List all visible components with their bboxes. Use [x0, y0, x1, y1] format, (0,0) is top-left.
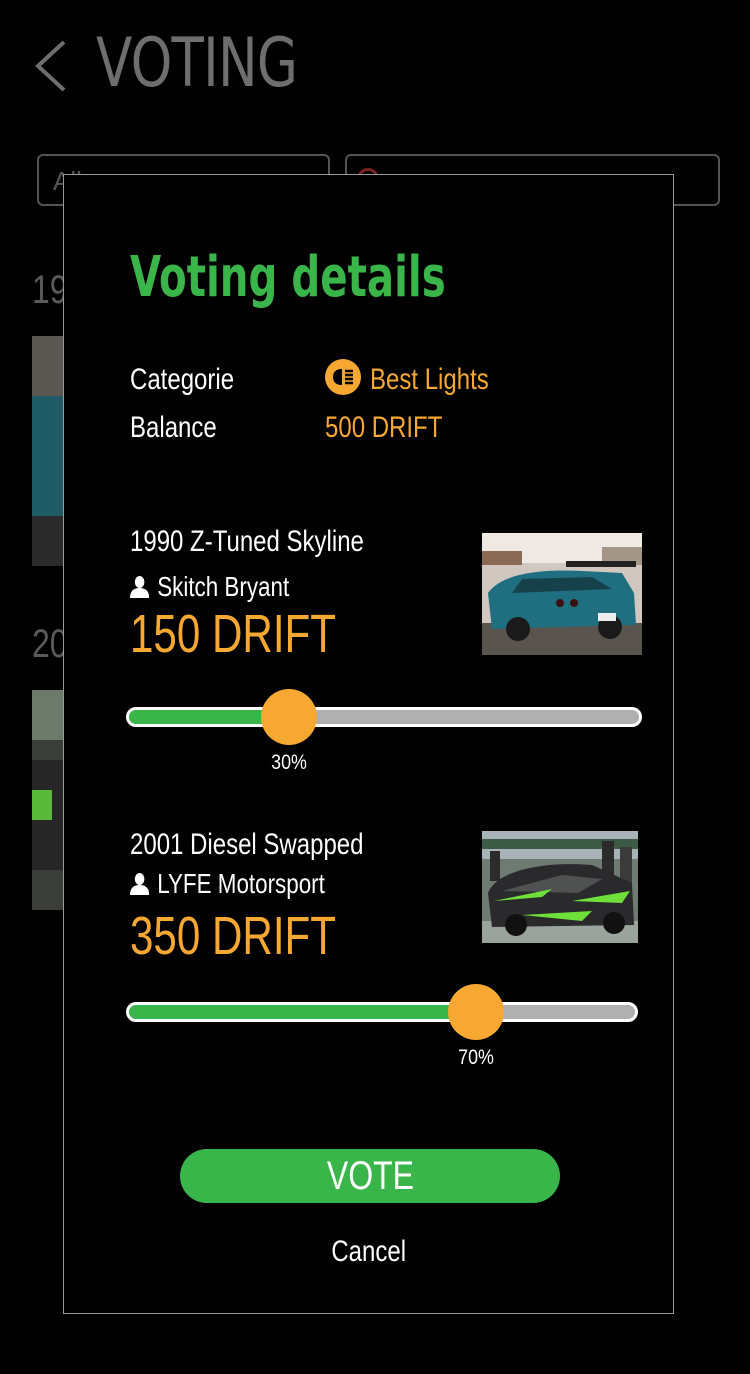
- car-photo-image: [32, 690, 66, 910]
- page-title: VOTING: [96, 24, 298, 103]
- skyline-photo-image: [482, 533, 642, 655]
- chevron-left-icon: [35, 40, 66, 92]
- headlight-icon: [325, 359, 361, 395]
- vote-button-label: VOTE: [326, 1153, 414, 1198]
- category-value: Best Lights: [370, 363, 489, 396]
- slider-thumb[interactable]: [260, 689, 317, 745]
- entry-thumbnail[interactable]: [32, 690, 66, 910]
- back-button[interactable]: [30, 38, 74, 94]
- slider-percent: 70%: [458, 1046, 495, 1069]
- gtr-photo-image: [482, 831, 638, 943]
- car-photo-image: [32, 336, 66, 566]
- slider-percent: 30%: [270, 751, 307, 774]
- vote-slider[interactable]: 70%: [126, 984, 638, 1069]
- car-photo: [482, 533, 642, 655]
- car-title: 1990 Z-Tuned Skyline: [130, 525, 364, 558]
- modal-title: Voting details: [130, 245, 446, 310]
- drift-amount: 350 DRIFT: [130, 906, 336, 966]
- cancel-link[interactable]: Cancel: [64, 1235, 673, 1269]
- voting-details-modal: Voting details Categorie Best Lights Bal…: [63, 174, 674, 1314]
- cancel-label: Cancel: [331, 1235, 406, 1268]
- balance-label: Balance: [130, 411, 217, 444]
- slider-track: [126, 1002, 638, 1022]
- owner-name: LYFE Motorsport: [157, 868, 325, 899]
- voting-screen: VOTING All 19 20 Votin: [0, 0, 750, 1374]
- drift-amount: 150 DRIFT: [130, 604, 336, 664]
- balance-value: 500 DRIFT: [325, 411, 443, 444]
- category-label: Categorie: [130, 363, 235, 396]
- car-photo: [482, 831, 638, 943]
- owner-name: Skitch Bryant: [157, 571, 290, 602]
- slider-fill: [129, 1005, 480, 1019]
- slider-thumb[interactable]: [448, 984, 505, 1040]
- user-icon: [130, 573, 150, 598]
- vote-slider[interactable]: 30%: [126, 689, 642, 774]
- slider-track: [126, 707, 642, 727]
- entry-thumbnail[interactable]: [32, 336, 66, 566]
- car-title: 2001 Diesel Swapped: [130, 828, 364, 861]
- vote-button[interactable]: VOTE: [180, 1149, 560, 1203]
- user-icon: [130, 870, 150, 895]
